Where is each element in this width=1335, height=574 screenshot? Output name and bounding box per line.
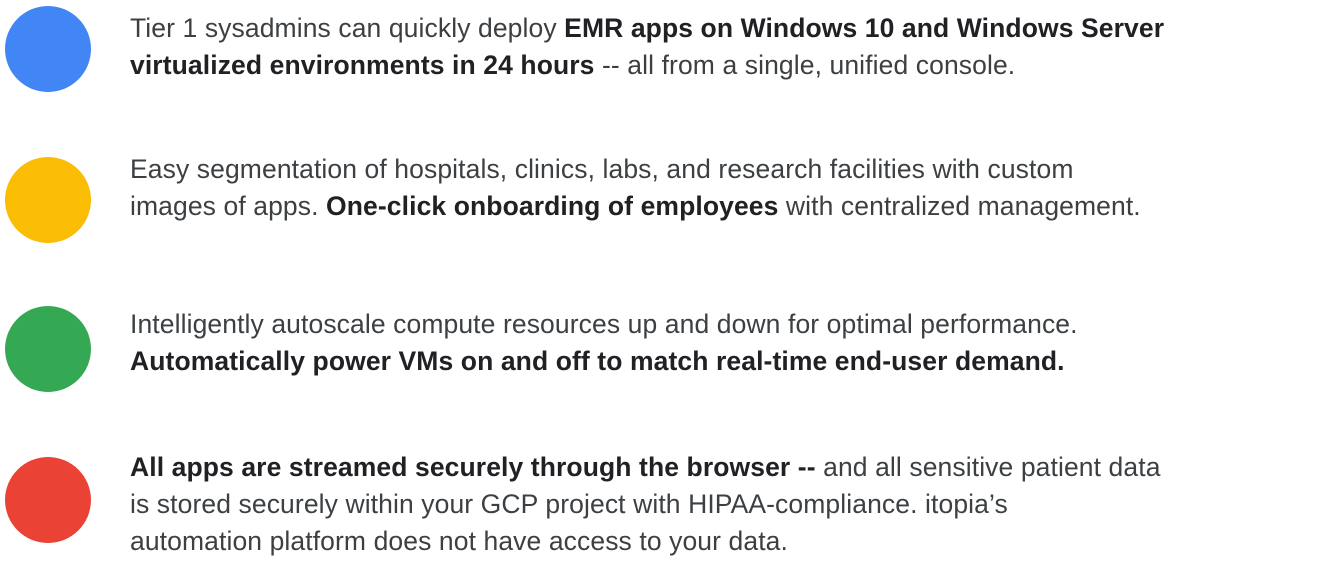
red-bullet-dot	[5, 457, 91, 543]
green-bullet-dot	[5, 306, 91, 392]
text-line: Intelligently autoscale compute resource…	[130, 309, 1078, 339]
feature-text-deploy: Tier 1 sysadmins can quickly deploy EMR …	[130, 10, 1330, 84]
text-line: is stored securely within your GCP proje…	[130, 489, 1008, 519]
feature-text-security: All apps are streamed securely through t…	[130, 449, 1330, 560]
feature-text-segmentation: Easy segmentation of hospitals, clinics,…	[130, 151, 1330, 225]
text-line: Tier 1 sysadmins can quickly deploy EMR …	[130, 13, 1165, 43]
feature-text-autoscale: Intelligently autoscale compute resource…	[130, 306, 1330, 380]
text-line: Easy segmentation of hospitals, clinics,…	[130, 154, 1074, 184]
text-line: All apps are streamed securely through t…	[130, 452, 1161, 482]
text-line: images of apps. One-click onboarding of …	[130, 191, 1141, 221]
yellow-bullet-dot	[5, 157, 91, 243]
text-line: virtualized environments in 24 hours -- …	[130, 50, 1016, 80]
blue-bullet-dot	[5, 6, 91, 92]
text-line: Automatically power VMs on and off to ma…	[130, 346, 1065, 376]
text-line: automation platform does not have access…	[130, 526, 788, 556]
